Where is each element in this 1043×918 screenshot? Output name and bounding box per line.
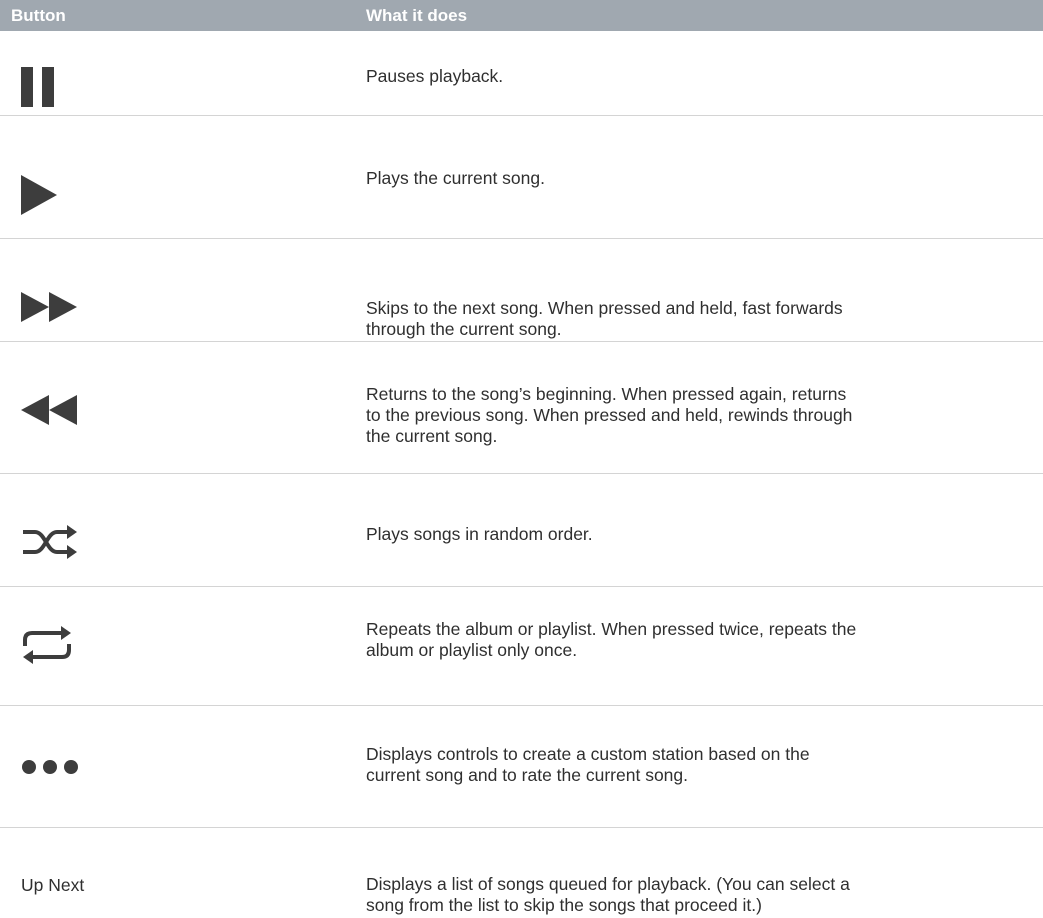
table-row: Pauses playback. <box>0 31 1043 116</box>
table-row: Displays controls to create a custom sta… <box>0 706 1043 828</box>
header-button-column: Button <box>11 5 66 25</box>
shuffle-icon <box>21 522 79 562</box>
row-description: Skips to the next song. When pressed and… <box>366 298 843 339</box>
rewind-icon <box>21 395 77 425</box>
row-description: Displays controls to create a custom sta… <box>366 744 810 785</box>
table-row: Plays songs in random order. <box>0 474 1043 587</box>
row-description: Returns to the song’s beginning. When pr… <box>366 384 853 446</box>
row-description: Displays a list of songs queued for play… <box>366 874 850 915</box>
table-row: Skips to the next song. When pressed and… <box>0 239 1043 342</box>
table-header: Button What it does <box>0 0 1043 31</box>
more-icon <box>21 759 79 775</box>
table-row: Returns to the song’s beginning. When pr… <box>0 342 1043 474</box>
row-description: Plays songs in random order. <box>366 524 593 544</box>
header-description-column: What it does <box>366 5 468 25</box>
play-icon <box>21 175 57 215</box>
row-description: Pauses playback. <box>366 66 504 86</box>
row-description: Repeats the album or playlist. When pres… <box>366 619 857 660</box>
row-description: Plays the current song. <box>366 168 545 188</box>
table-row: Plays the current song. <box>0 116 1043 239</box>
pause-icon <box>21 67 55 107</box>
fast-forward-icon <box>21 292 77 322</box>
controls-table: Button What it does Pauses playback. Pla… <box>0 0 1043 918</box>
repeat-icon <box>21 624 73 666</box>
table-row: Up Next Displays a list of songs queued … <box>0 828 1043 918</box>
table-row: Repeats the album or playlist. When pres… <box>0 587 1043 706</box>
